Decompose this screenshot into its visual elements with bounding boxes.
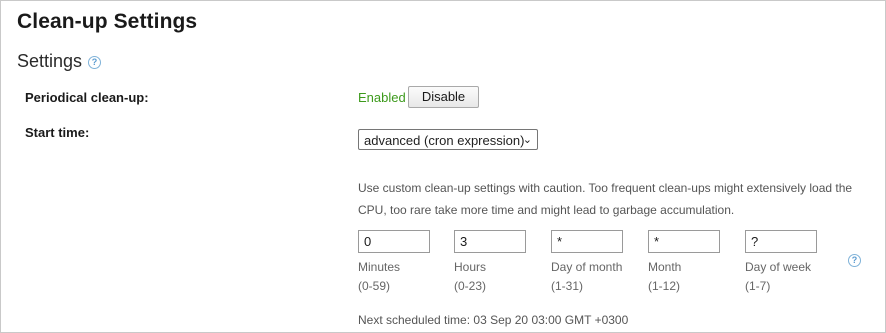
cron-day-of-week-input[interactable] — [745, 230, 817, 253]
cron-hours-field: Hours (0-23) — [454, 230, 526, 296]
start-time-select[interactable]: advanced (cron expression) ⌄ — [358, 129, 538, 150]
cron-month-range: (1-12) — [648, 279, 681, 293]
page-title: Clean-up Settings — [17, 10, 198, 33]
section-title: Settings — [17, 51, 83, 71]
disable-button[interactable]: Disable — [408, 86, 479, 108]
cron-hours-range: (0-23) — [454, 279, 487, 293]
start-time-label: Start time: — [25, 125, 90, 140]
cron-day-of-month-input[interactable] — [551, 230, 623, 253]
cron-day-of-week-range: (1-7) — [745, 279, 771, 293]
caution-note: Use custom clean-up settings with cautio… — [358, 181, 853, 217]
cron-day-of-month-range: (1-31) — [551, 279, 584, 293]
cron-month-field: Month (1-12) — [648, 230, 720, 296]
status-enabled: Enabled — [358, 90, 406, 105]
help-icon[interactable]: ? — [88, 56, 101, 69]
cron-day-of-month-label: Day of month — [551, 260, 623, 274]
periodical-cleanup-label: Periodical clean-up: — [25, 90, 149, 105]
cron-help-icon[interactable]: ? — [848, 254, 861, 267]
cron-day-of-week-field: Day of week (1-7) — [745, 230, 817, 296]
cron-minutes-input[interactable] — [358, 230, 430, 253]
cron-month-input[interactable] — [648, 230, 720, 253]
cron-month-label: Month — [648, 260, 682, 274]
cron-day-of-week-label: Day of week — [745, 260, 812, 274]
cron-hours-input[interactable] — [454, 230, 526, 253]
cron-minutes-range: (0-59) — [358, 279, 391, 293]
next-scheduled-time: Next scheduled time: 03 Sep 20 03:00 GMT… — [358, 313, 629, 327]
start-time-select-value: advanced (cron expression) — [364, 133, 525, 148]
settings-panel: Clean-up Settings Settings ? Periodical … — [0, 0, 886, 333]
cron-day-of-month-field: Day of month (1-31) — [551, 230, 623, 296]
chevron-down-icon: ⌄ — [522, 134, 532, 146]
cron-minutes-label: Minutes — [358, 260, 401, 274]
cron-hours-label: Hours — [454, 260, 487, 274]
cron-minutes-field: Minutes (0-59) — [358, 230, 430, 296]
